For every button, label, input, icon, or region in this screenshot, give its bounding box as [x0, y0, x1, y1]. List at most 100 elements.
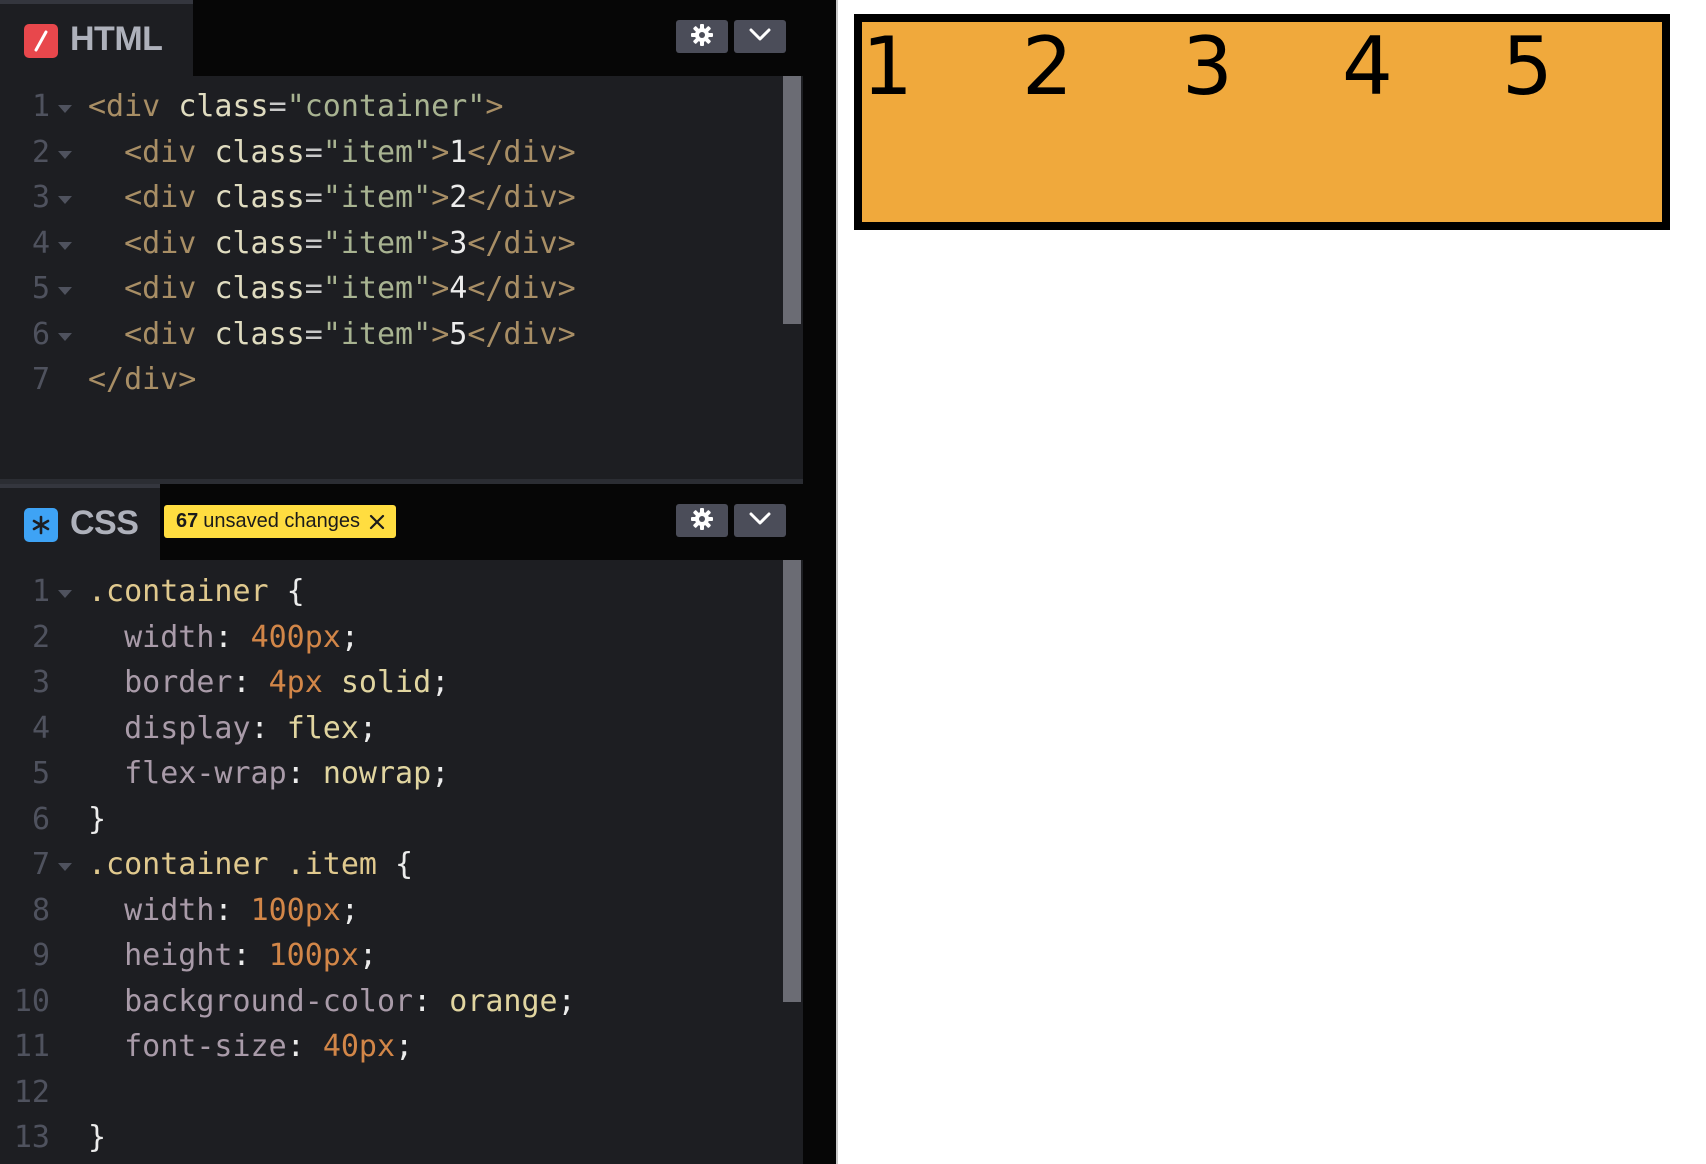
fold-arrow-icon[interactable]: [58, 196, 72, 204]
fold-arrow-icon[interactable]: [58, 150, 72, 159]
code-line[interactable]: 2 width: 400px;: [0, 616, 780, 661]
code-line[interactable]: 10 background-color: orange;: [0, 980, 780, 1025]
code-line[interactable]: 4 display: flex;: [0, 707, 780, 752]
unsaved-changes-badge[interactable]: 67 unsaved changes: [164, 505, 397, 538]
html-scrollbar[interactable]: [783, 76, 801, 324]
code-token: =: [304, 134, 323, 170]
code-line[interactable]: 1 <div class="container">: [0, 85, 780, 130]
fold-arrow-icon[interactable]: [58, 105, 72, 113]
code-token: </div>: [467, 316, 576, 352]
code-line[interactable]: 3 <div class="item">2</div>: [0, 176, 780, 221]
code-text: <div class="item">1</div>: [88, 135, 576, 170]
line-number: 7: [31, 847, 50, 882]
code-token: =: [304, 180, 323, 215]
code-line[interactable]: 7 .container .item {: [0, 843, 780, 888]
code-token: "item": [322, 134, 432, 170]
css-code-editor[interactable]: 1 .container {2 width: 400px; 3 border: 4p…: [0, 570, 803, 1164]
fold-arrow-icon[interactable]: [58, 241, 72, 250]
html-panel-header: HTML: [0, 0, 803, 76]
code-token: ;: [340, 619, 359, 655]
line-number: 3: [31, 665, 50, 700]
code-token: {: [268, 574, 305, 609]
code-text: font-size: 40px;: [88, 1029, 413, 1064]
code-token: <div: [88, 271, 215, 306]
code-token: </div>: [467, 180, 576, 215]
preview-item: 5: [1502, 22, 1662, 222]
fold-arrow-icon[interactable]: [58, 863, 72, 871]
unsaved-count: 67: [176, 510, 199, 532]
css-tab[interactable]: CSS: [0, 484, 160, 560]
code-token: border: [88, 665, 233, 700]
code-text: </div>: [88, 362, 196, 397]
code-token: </div>: [467, 134, 576, 170]
line-number: 10: [13, 983, 50, 1019]
code-line[interactable]: 6 <div class="item">5</div>: [0, 313, 780, 358]
code-line[interactable]: 2 <div class="item">1</div>: [0, 131, 780, 176]
html-tab[interactable]: HTML: [0, 0, 193, 76]
code-line[interactable]: 7 </div>: [0, 358, 780, 403]
code-token: </div>: [467, 271, 576, 306]
line-number: 1: [31, 89, 50, 124]
code-token: background-color: [88, 983, 414, 1019]
code-line[interactable]: 11 font-size: 40px;: [0, 1025, 780, 1070]
code-token: class: [214, 180, 305, 215]
code-line[interactable]: 6}: [0, 798, 780, 843]
code-text: <div class="item">2</div>: [88, 180, 576, 215]
code-token: >: [431, 134, 450, 170]
code-text: background-color: orange;: [88, 984, 576, 1019]
line-number: 4: [31, 225, 50, 261]
line-number: 3: [31, 180, 50, 215]
code-token: "item": [322, 225, 432, 261]
code-line[interactable]: 4 <div class="item">3</div>: [0, 222, 780, 267]
editor-preview-divider[interactable]: [803, 0, 836, 1164]
code-token: :: [286, 1029, 323, 1064]
code-text: width: 400px;: [88, 620, 359, 655]
css-collapse-button[interactable]: [734, 504, 786, 537]
code-token: >: [431, 316, 450, 352]
css-panel-header: CSS 67 unsaved changes: [0, 484, 803, 560]
code-text: display: flex;: [88, 711, 377, 746]
code-line[interactable]: 5 flex-wrap: nowrap;: [0, 752, 780, 797]
line-number: 12: [13, 1074, 50, 1110]
line-number: 5: [31, 271, 50, 306]
code-line[interactable]: 1 .container {: [0, 570, 780, 615]
line-number: 6: [31, 316, 50, 352]
html-collapse-button[interactable]: [734, 20, 786, 53]
code-line[interactable]: 8 width: 100px;: [0, 889, 780, 934]
html-code-editor[interactable]: 1 <div class="container"> 2 <div class="it…: [0, 85, 803, 475]
fold-arrow-icon[interactable]: [58, 332, 72, 341]
code-token: "container": [286, 89, 486, 124]
code-token: 2: [449, 180, 468, 215]
code-token: <div: [88, 134, 215, 170]
code-token: 4px: [268, 665, 323, 700]
code-token: 40px: [322, 1029, 396, 1064]
code-token: :: [214, 892, 251, 928]
code-line[interactable]: 9 height: 100px;: [0, 934, 780, 979]
code-token: <div: [88, 89, 179, 124]
code-token: 100px: [250, 892, 341, 928]
html-settings-button[interactable]: [676, 20, 728, 53]
html-tab-label: HTML: [70, 20, 163, 58]
code-token: <div: [88, 225, 215, 261]
css-settings-button[interactable]: [676, 504, 728, 537]
code-token: =: [304, 225, 323, 261]
code-token: ;: [557, 983, 576, 1019]
code-token: ;: [431, 665, 450, 700]
code-token: height: [88, 938, 233, 973]
fold-arrow-icon[interactable]: [58, 287, 72, 295]
code-line[interactable]: 3 border: 4px solid;: [0, 661, 780, 706]
line-number: 6: [31, 801, 50, 837]
code-line[interactable]: 13}: [0, 1116, 780, 1161]
code-token: ;: [395, 1029, 414, 1064]
fold-arrow-icon[interactable]: [58, 590, 72, 598]
code-token: 4: [449, 271, 468, 306]
line-number: 9: [31, 938, 50, 973]
preview-item: 4: [1342, 22, 1502, 222]
code-token: :: [232, 665, 269, 700]
code-line[interactable]: 12: [0, 1071, 780, 1116]
code-line[interactable]: 5 <div class="item">4</div>: [0, 267, 780, 312]
css-scrollbar[interactable]: [783, 560, 801, 1002]
code-token: </div>: [88, 362, 197, 397]
close-icon[interactable]: [368, 513, 386, 531]
code-token: font-size: [88, 1029, 287, 1064]
